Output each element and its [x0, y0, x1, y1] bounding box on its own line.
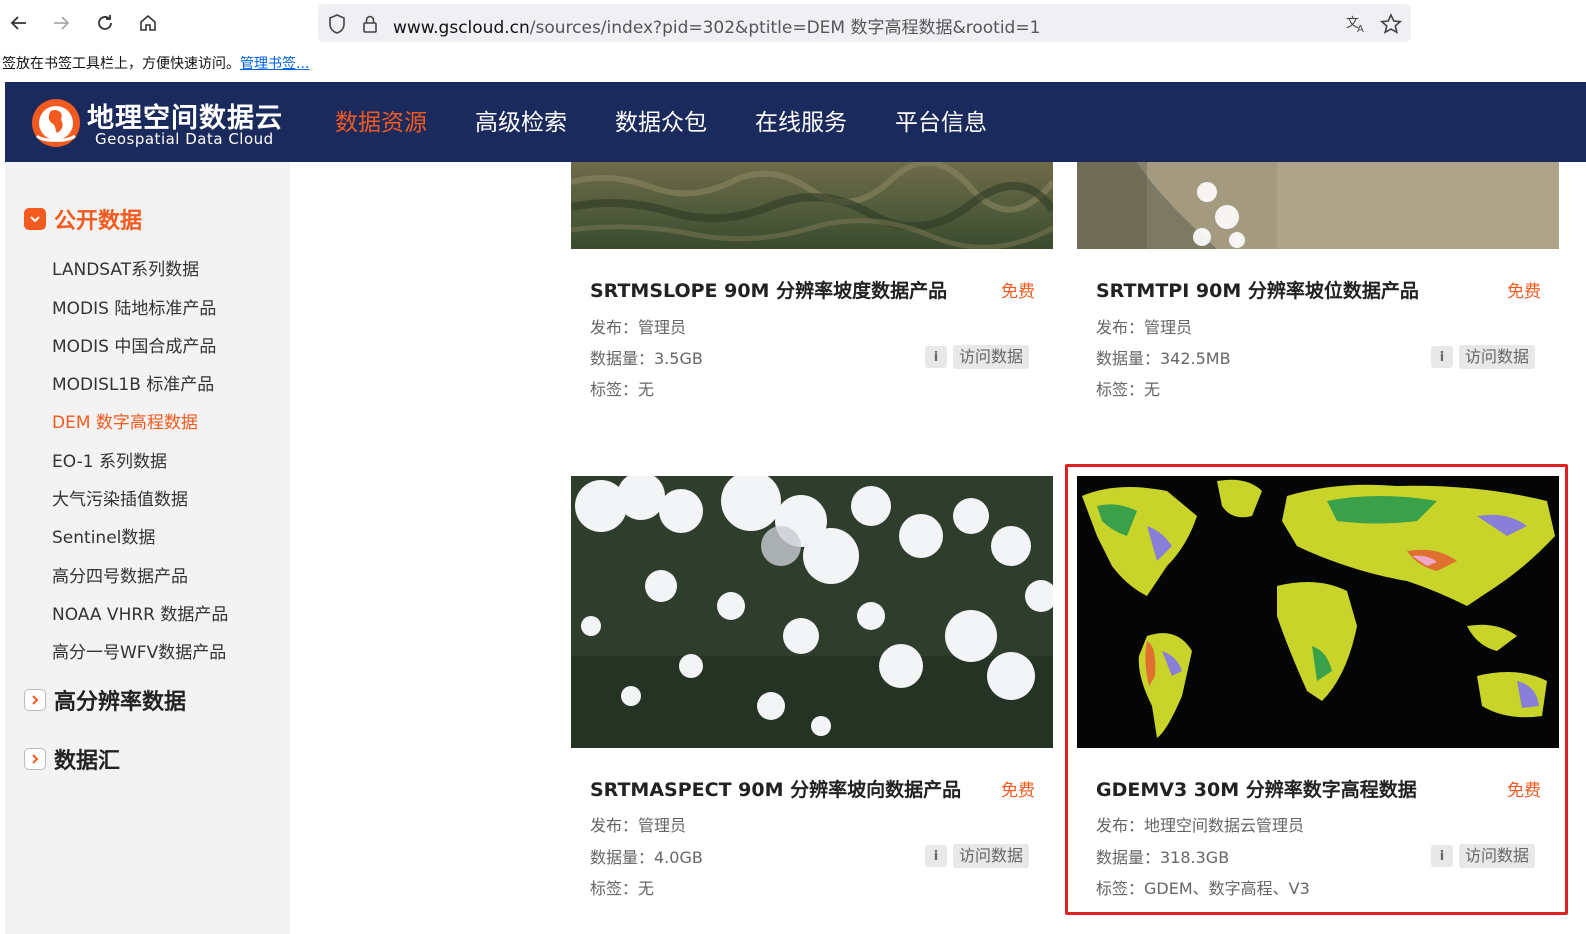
dataset-thumbnail[interactable] [1077, 162, 1559, 249]
category-data-hub[interactable]: 数据汇 [24, 743, 120, 775]
globe-cloud-icon [32, 99, 80, 147]
nav-data-crowdsourcing[interactable]: 数据众包 [615, 82, 707, 162]
category-label: 数据汇 [54, 749, 121, 774]
dataset-grid: SRTMSLOPE 90M 分辨率坡度数据产品 免费 发布：管理员 数据量：3.… [290, 162, 1586, 934]
data-size: 数据量：342.5MB [1096, 349, 1231, 368]
manage-bookmarks-link[interactable]: 管理书签... [240, 56, 309, 72]
price-badge: 免费 [1507, 282, 1541, 302]
tags: 标签：无 [1096, 380, 1161, 399]
dataset-thumbnail[interactable] [571, 162, 1053, 249]
sidebar-item-air-pollution[interactable]: 大气污染插值数据 [52, 485, 188, 510]
sidebar-item-landsat[interactable]: LANDSAT系列数据 [52, 255, 199, 280]
sidebar-item-dem[interactable]: DEM 数字高程数据 [52, 408, 198, 433]
url-path: /sources/index?pid=302&ptitle=DEM 数字高程数据… [529, 18, 1041, 38]
tags: 标签：无 [590, 380, 655, 399]
url-text[interactable]: www.gscloud.cn/sources/index?pid=302&pti… [393, 13, 1040, 38]
tags: 标签：无 [590, 879, 655, 898]
reload-icon[interactable] [90, 8, 120, 38]
lock-icon[interactable] [359, 13, 381, 35]
translate-icon[interactable]: 文A [1345, 13, 1367, 35]
visit-data-button[interactable]: 访问数据 [1459, 345, 1536, 369]
dataset-thumbnail[interactable] [571, 476, 1053, 748]
sidebar: 公开数据 LANDSAT系列数据 MODIS 陆地标准产品 MODIS 中国合成… [5, 162, 290, 934]
category-label: 公开数据 [54, 209, 143, 234]
url-domain: www.gscloud.cn [393, 18, 530, 38]
nav-platform-info[interactable]: 平台信息 [895, 82, 987, 162]
sidebar-item-eo1[interactable]: EO-1 系列数据 [52, 447, 167, 472]
dataset-title[interactable]: SRTMASPECT 90M 分辨率坡向数据产品 [590, 775, 961, 802]
dataset-title[interactable]: SRTMSLOPE 90M 分辨率坡度数据产品 [590, 276, 947, 303]
address-bar[interactable]: www.gscloud.cn/sources/index?pid=302&pti… [318, 4, 1411, 42]
home-icon[interactable] [133, 8, 163, 38]
sidebar-item-noaa[interactable]: NOAA VHRR 数据产品 [52, 600, 228, 625]
sidebar-item-modis-land[interactable]: MODIS 陆地标准产品 [52, 294, 216, 319]
category-high-resolution[interactable]: 高分辨率数据 [24, 684, 186, 716]
publisher: 发布：管理员 [590, 816, 687, 835]
sidebar-item-gf4[interactable]: 高分四号数据产品 [52, 562, 188, 587]
sidebar-item-modis-china[interactable]: MODIS 中国合成产品 [52, 332, 216, 357]
bookmark-hint-bar: 签放在书签工具栏上，方便快速访问。管理书签... [0, 50, 309, 78]
browser-toolbar: www.gscloud.cn/sources/index?pid=302&pti… [0, 0, 1586, 46]
dataset-card-srtmslope[interactable]: SRTMSLOPE 90M 分辨率坡度数据产品 免费 发布：管理员 数据量：3.… [571, 162, 1053, 462]
nav-advanced-search[interactable]: 高级检索 [475, 82, 567, 162]
site-header: 地理空间数据云 Geospatial Data Cloud 数据资源 高级检索 … [5, 82, 1586, 162]
category-public-data[interactable]: 公开数据 [24, 203, 142, 235]
price-badge: 免费 [1001, 781, 1035, 801]
dataset-card-srtmaspect[interactable]: SRTMASPECT 90M 分辨率坡向数据产品 免费 发布：管理员 数据量：4… [571, 476, 1053, 916]
publisher: 发布：管理员 [590, 318, 687, 337]
chevron-right-icon [24, 689, 46, 711]
info-icon[interactable]: i [925, 845, 947, 867]
back-arrow-icon[interactable] [4, 8, 34, 38]
logo-subtitle: Geospatial Data Cloud [95, 130, 274, 148]
shield-icon[interactable] [326, 13, 348, 35]
chevron-down-icon [24, 208, 46, 230]
publisher: 发布：管理员 [1096, 318, 1193, 337]
info-icon[interactable]: i [1431, 346, 1453, 368]
sidebar-item-modisl1b[interactable]: MODISL1B 标准产品 [52, 370, 214, 395]
data-size: 数据量：3.5GB [590, 349, 703, 368]
sidebar-item-sentinel[interactable]: Sentinel数据 [52, 523, 155, 548]
dataset-title[interactable]: SRTMTPI 90M 分辨率坡位数据产品 [1096, 276, 1419, 303]
forward-arrow-icon[interactable] [46, 8, 76, 38]
dataset-card-srtmtpi[interactable]: SRTMTPI 90M 分辨率坡位数据产品 免费 发布：管理员 数据量：342.… [1077, 162, 1559, 462]
visit-data-button[interactable]: 访问数据 [953, 345, 1030, 369]
selection-highlight-box [1065, 464, 1568, 915]
site-logo[interactable]: 地理空间数据云 Geospatial Data Cloud [27, 96, 287, 150]
main-nav: 数据资源 高级检索 数据众包 在线服务 平台信息 [335, 82, 1035, 162]
star-icon[interactable] [1380, 13, 1402, 35]
svg-text:A: A [1357, 24, 1364, 34]
nav-data-resources[interactable]: 数据资源 [335, 82, 427, 162]
bookmark-hint-text: 签放在书签工具栏上，方便快速访问。 [2, 56, 240, 72]
data-size: 数据量：4.0GB [590, 848, 703, 867]
chevron-right-icon [24, 748, 46, 770]
info-icon[interactable]: i [925, 346, 947, 368]
nav-online-services[interactable]: 在线服务 [755, 82, 847, 162]
category-label: 高分辨率数据 [54, 690, 187, 715]
visit-data-button[interactable]: 访问数据 [953, 844, 1030, 868]
sidebar-item-gf1-wfv[interactable]: 高分一号WFV数据产品 [52, 638, 226, 663]
price-badge: 免费 [1001, 282, 1035, 302]
